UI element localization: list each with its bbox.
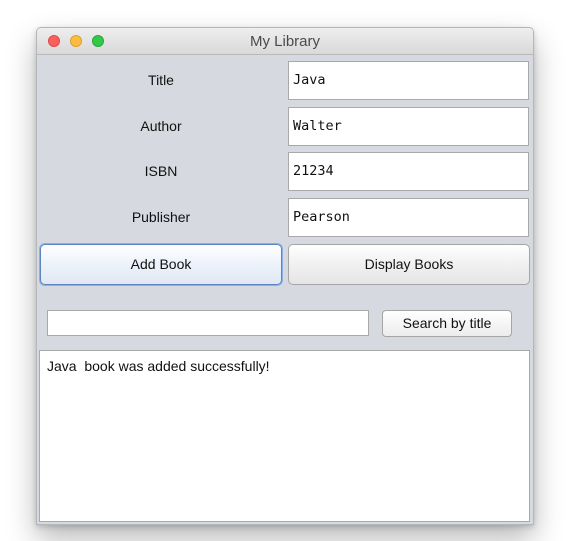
author-field[interactable]: Walter xyxy=(288,107,529,146)
search-by-title-button[interactable]: Search by title xyxy=(382,310,512,337)
display-books-button[interactable]: Display Books xyxy=(288,244,530,285)
publisher-label: Publisher xyxy=(131,209,191,225)
title-bar[interactable]: My Library xyxy=(37,28,533,55)
add-book-button[interactable]: Add Book xyxy=(40,244,282,285)
title-label: Title xyxy=(148,72,174,88)
output-text-area[interactable]: Java book was added successfully! xyxy=(39,350,530,522)
author-label: Author xyxy=(140,118,182,134)
isbn-field[interactable]: 21234 xyxy=(288,152,529,191)
library-window: My Library Title Java Author Walter ISBN… xyxy=(36,27,534,525)
publisher-field[interactable]: Pearson xyxy=(288,198,529,237)
search-input[interactable] xyxy=(47,310,369,336)
title-field[interactable]: Java xyxy=(288,61,529,100)
isbn-label: ISBN xyxy=(144,163,178,179)
window-title: My Library xyxy=(249,33,320,50)
